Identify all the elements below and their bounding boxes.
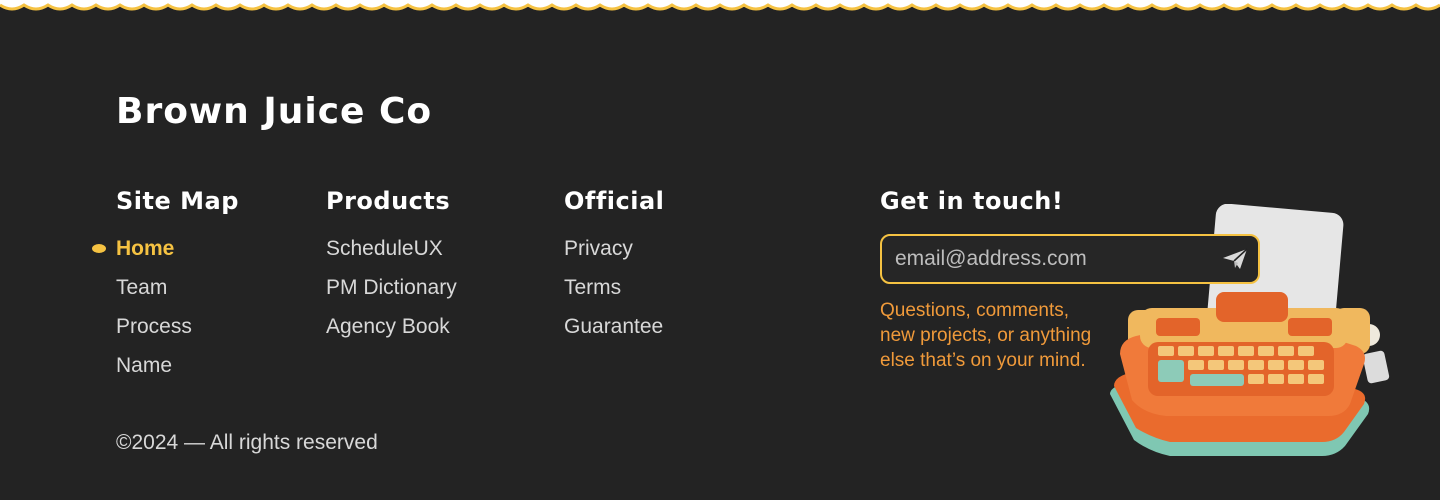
product-link-pm-dictionary[interactable]: PM Dictionary bbox=[326, 268, 457, 307]
brand-logo: Brown Juice Co bbox=[116, 91, 433, 132]
email-subscribe-field[interactable] bbox=[880, 234, 1260, 284]
active-dot-icon bbox=[92, 244, 106, 253]
site-map-heading: Site Map bbox=[116, 187, 239, 215]
nav-link-team[interactable]: Team bbox=[116, 268, 239, 307]
official-heading: Official bbox=[564, 187, 665, 215]
official-link-privacy[interactable]: Privacy bbox=[564, 229, 664, 268]
email-input[interactable] bbox=[882, 236, 1212, 282]
nav-link-process[interactable]: Process bbox=[116, 307, 239, 346]
products-column: Products ScheduleUX PM Dictionary Agency… bbox=[326, 186, 457, 346]
product-link-agency-book[interactable]: Agency Book bbox=[326, 307, 457, 346]
product-link-scheduleux[interactable]: ScheduleUX bbox=[326, 229, 457, 268]
wave-line bbox=[0, 3, 1440, 11]
contact-section: Get in touch! email@address.com Question… bbox=[880, 186, 1400, 476]
nav-link-name[interactable]: Name bbox=[116, 346, 239, 385]
send-button[interactable] bbox=[1212, 236, 1258, 282]
copyright-text: ©2024 — All rights reserved bbox=[116, 431, 378, 454]
site-map-column: Site Map Home Team Process Name bbox=[92, 186, 239, 385]
products-heading: Products bbox=[326, 187, 451, 215]
contact-note: Questions, comments, new projects, or an… bbox=[880, 300, 1092, 371]
paper-plane-icon bbox=[1223, 248, 1248, 269]
official-column: Official Privacy Terms Guarantee bbox=[564, 186, 664, 346]
official-link-terms[interactable]: Terms bbox=[564, 268, 664, 307]
nav-link-label: Home bbox=[116, 237, 175, 260]
nav-link-home[interactable]: Home bbox=[92, 229, 239, 268]
official-link-guarantee[interactable]: Guarantee bbox=[564, 307, 664, 346]
wavy-top-border bbox=[0, 0, 1440, 11]
